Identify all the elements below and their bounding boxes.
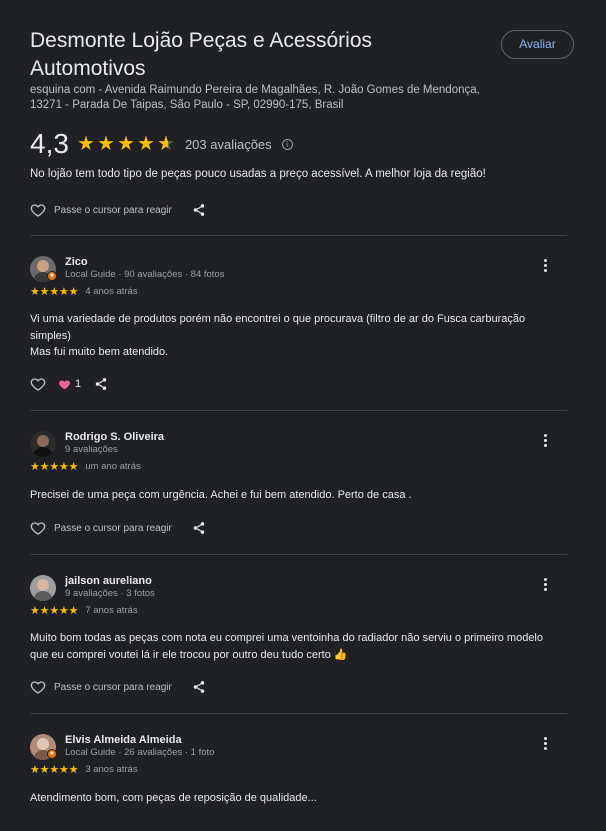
reviewer-meta: Local Guide · 90 avaliações · 84 fotos [65,269,225,280]
review-stars: ★★★★★ [30,605,79,617]
more-options-icon[interactable] [540,434,550,450]
share-icon[interactable] [192,203,206,217]
local-guide-badge-icon: ★ [47,271,57,281]
review-date: 7 anos atrás [85,605,138,616]
share-icon[interactable] [94,377,108,391]
review-card: jailson aureliano 9 avaliações · 3 fotos… [30,575,570,705]
more-options-icon[interactable] [540,578,550,594]
star-icon: ★ [136,133,155,155]
avatar[interactable] [30,431,56,457]
divider [30,410,567,411]
review-card: ★ Zico Local Guide · 90 avaliações · 84 … [30,256,570,406]
more-options-icon[interactable] [540,259,550,275]
review-stars: ★★★★★ [30,286,79,298]
heart-outline-icon[interactable] [30,376,46,392]
reviewer-meta: Local Guide · 26 avaliações · 1 foto [65,747,215,758]
heart-outline-icon[interactable] [30,520,46,536]
review-text: Vi uma variedade de produtos porém não e… [30,313,526,358]
review-stars: ★★★★★ [30,461,79,473]
react-hint: Passe o cursor para reagir [54,204,172,216]
rating-summary: 4,3 ★ ★ ★ ★ ★ 203 avaliações i [30,128,293,160]
review-text: Atendimento bom, com peças de reposição … [30,792,317,804]
reviewer-meta: 9 avaliações [65,444,118,455]
review-date: um ano atrás [85,461,141,472]
share-icon[interactable] [192,521,206,535]
reviewer-name[interactable]: Rodrigo S. Oliveira [65,431,164,443]
review-count[interactable]: 203 avaliações [185,137,272,152]
more-options-icon[interactable] [540,737,550,753]
place-address: esquina com - Avenida Raimundo Pereira d… [30,84,480,111]
heart-outline-icon[interactable] [30,679,46,695]
avatar[interactable] [30,575,56,601]
heart-reaction-icon[interactable] [58,378,71,391]
review-rating: ★★★★★ 4 anos atrás [30,285,138,298]
reviewer-name[interactable]: Elvis Almeida Almeida [65,734,182,746]
like-count: 1 [75,378,82,390]
reviewer-name[interactable]: Zico [65,256,88,268]
star-icon: ★ [96,133,115,155]
review-rating: ★★★★★ 3 anos atrás [30,763,138,776]
review-date: 4 anos atrás [85,286,138,297]
react-row: Passe o cursor para reagir [30,200,172,220]
review-card: Rodrigo S. Oliveira 9 avaliações ★★★★★ u… [30,431,570,546]
clipped-review-text: No lojão tem todo tipo de peças pouco us… [30,168,486,180]
reviewer-name[interactable]: jailson aureliano [65,575,152,587]
review-text: Muito bom todas as peças com nota eu com… [30,632,543,661]
share-icon[interactable] [192,680,206,694]
react-row: Passe o cursor para reagir [30,677,172,697]
average-rating: 4,3 [30,128,69,159]
reviewer-meta: 9 avaliações · 3 fotos [65,588,155,599]
review-stars: ★★★★★ [30,764,79,776]
average-stars: ★ ★ ★ ★ ★ [77,134,177,154]
review-date: 3 anos atrás [85,764,138,775]
review-text: Precisei de uma peça com urgência. Achei… [30,489,412,501]
review-rating: ★★★★★ um ano atrás [30,460,141,473]
react-hint: Passe o cursor para reagir [54,522,172,534]
heart-outline-icon[interactable] [30,202,46,218]
react-hint: Passe o cursor para reagir [54,681,172,693]
divider [30,713,567,714]
place-title: Desmonte Lojão Peças e Acessórios Automo… [30,29,373,80]
divider [30,554,567,555]
review-rating: ★★★★★ 7 anos atrás [30,604,138,617]
star-icon: ★ [76,133,95,155]
info-icon[interactable]: i [281,138,293,150]
react-row: 1 [30,374,81,394]
star-icon: ★ [116,133,135,155]
local-guide-badge-icon: ★ [47,749,57,759]
review-card: ★ Elvis Almeida Almeida Local Guide · 26… [30,734,570,824]
place-header: Desmonte Lojão Peças e Acessórios Automo… [0,0,606,165]
divider [30,235,567,236]
react-row: Passe o cursor para reagir [30,518,172,538]
half-star-icon: ★ [157,134,177,154]
rate-button[interactable]: Avaliar [501,30,574,59]
